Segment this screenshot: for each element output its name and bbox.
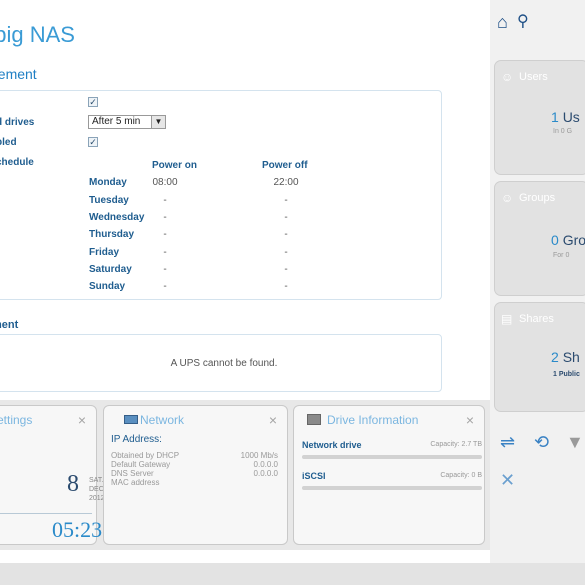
net-row-label: Default Gateway xyxy=(111,460,171,469)
day-off: - xyxy=(284,281,288,292)
shares-icon: ▤ xyxy=(501,312,513,326)
widget-title: ettings xyxy=(0,413,33,427)
enabled-checkbox[interactable]: ✓ xyxy=(88,137,98,147)
power-off-header: Power off xyxy=(262,160,308,171)
users-sub: In 0 G xyxy=(553,128,573,135)
search-icon[interactable]: ⚲ xyxy=(517,11,529,31)
users-title: Users xyxy=(519,71,548,83)
day-off: - xyxy=(284,264,288,275)
day-label: Monday xyxy=(89,177,127,188)
drive-icon xyxy=(307,414,321,425)
widget-header[interactable]: ettings × xyxy=(0,406,96,432)
day-on: - xyxy=(163,264,167,275)
net-row-label: MAC address xyxy=(111,478,160,487)
chevron-down-icon: ▼ xyxy=(151,116,165,128)
shares-sub: 1 Public xyxy=(553,371,580,378)
drives-label: d drives xyxy=(0,117,35,128)
groups-title: Groups xyxy=(519,192,556,204)
ip-address-label: IP Address: xyxy=(111,434,162,445)
ups-message: A UPS cannot be found. xyxy=(170,358,278,369)
shares-card[interactable]: ▤ Shares 2 Sh 1 Public xyxy=(494,302,585,412)
home-icon[interactable]: ⌂ xyxy=(497,12,508,33)
day-off: - xyxy=(284,195,288,206)
close-icon[interactable]: × xyxy=(269,412,277,428)
users-card[interactable]: ☺ Users 1 Us In 0 G xyxy=(494,60,585,175)
users-summary: 1 Us xyxy=(551,109,580,125)
drives-standby-value: After 5 min xyxy=(92,116,141,127)
power-checkbox-1[interactable]: ✓ xyxy=(88,97,98,107)
drive-capacity: Capacity: 0 B xyxy=(440,472,482,479)
enabled-label: bled xyxy=(0,137,17,148)
power-on-header: Power on xyxy=(152,160,198,171)
day-label: Tuesday xyxy=(89,195,129,206)
groups-icon: ☺ xyxy=(501,191,514,205)
shares-title: Shares xyxy=(519,313,554,325)
drive-name[interactable]: Network drive xyxy=(302,440,362,450)
users-icon: ☺ xyxy=(501,70,514,84)
day-off: - xyxy=(284,212,288,223)
day-off: - xyxy=(284,247,288,258)
users-summary-text: Us xyxy=(562,109,580,125)
clock-time: 05:23 xyxy=(52,517,103,542)
day-on: - xyxy=(163,195,167,206)
day-label: Sunday xyxy=(89,281,126,292)
day-on: - xyxy=(163,247,167,258)
power-panel xyxy=(0,90,442,300)
tools-icon[interactable]: ✕ xyxy=(500,470,515,491)
divider xyxy=(0,513,92,514)
shares-summary-text: Sh xyxy=(562,349,580,365)
drive-capacity: Capacity: 2.7 TB xyxy=(430,441,482,448)
section-title: gement xyxy=(0,66,37,82)
day-label: Thursday xyxy=(89,229,135,240)
net-row-label: DNS Server xyxy=(111,469,154,478)
shares-count: 2 xyxy=(551,349,559,365)
widget-title: Network xyxy=(140,413,185,427)
widget-header[interactable]: Drive Information × xyxy=(294,406,484,432)
day-on: 08:00 xyxy=(152,177,178,188)
download-icon[interactable]: ▼ xyxy=(566,432,584,453)
groups-count: 0 xyxy=(551,232,559,248)
date-day-number: 8 xyxy=(67,471,79,497)
day-on: - xyxy=(163,212,167,223)
widget-header[interactable]: Network × xyxy=(104,406,287,432)
day-on: - xyxy=(163,281,167,292)
usb-icon[interactable]: ⇌ xyxy=(500,432,515,453)
groups-summary-text: Gro xyxy=(562,232,585,248)
net-row-value: 0.0.0.0 xyxy=(253,469,278,478)
groups-card[interactable]: ☺ Groups 0 Gro For 0 xyxy=(494,181,585,296)
day-off: - xyxy=(284,229,288,240)
users-count: 1 xyxy=(551,109,559,125)
drives-standby-select[interactable]: After 5 min ▼ xyxy=(88,115,166,129)
drive-usage-bar xyxy=(302,455,482,459)
shares-summary: 2 Sh xyxy=(551,349,580,365)
app-title: 2big NAS xyxy=(0,22,75,47)
share-folder-icon[interactable]: ⟲ xyxy=(534,432,549,453)
widget-title: Drive Information xyxy=(327,413,419,427)
drive-usage-bar xyxy=(302,486,482,490)
day-label: Saturday xyxy=(89,264,132,275)
day-on: - xyxy=(163,229,167,240)
network-icon xyxy=(124,415,138,424)
net-row-value: 0.0.0.0 xyxy=(253,460,278,469)
footer-bar xyxy=(0,563,585,585)
schedule-label: chedule xyxy=(0,157,34,168)
day-off: 22:00 xyxy=(273,177,299,188)
net-row-value: 1000 Mb/s xyxy=(240,451,278,460)
ups-section-title: ment xyxy=(0,319,19,331)
groups-summary: 0 Gro xyxy=(551,232,585,248)
day-label: Friday xyxy=(89,247,120,258)
net-row-label: Obtained by DHCP xyxy=(111,451,180,460)
groups-sub: For 0 xyxy=(553,252,570,259)
drive-name[interactable]: iSCSI xyxy=(302,471,326,481)
close-icon[interactable]: × xyxy=(78,412,86,428)
close-icon[interactable]: × xyxy=(466,412,474,428)
